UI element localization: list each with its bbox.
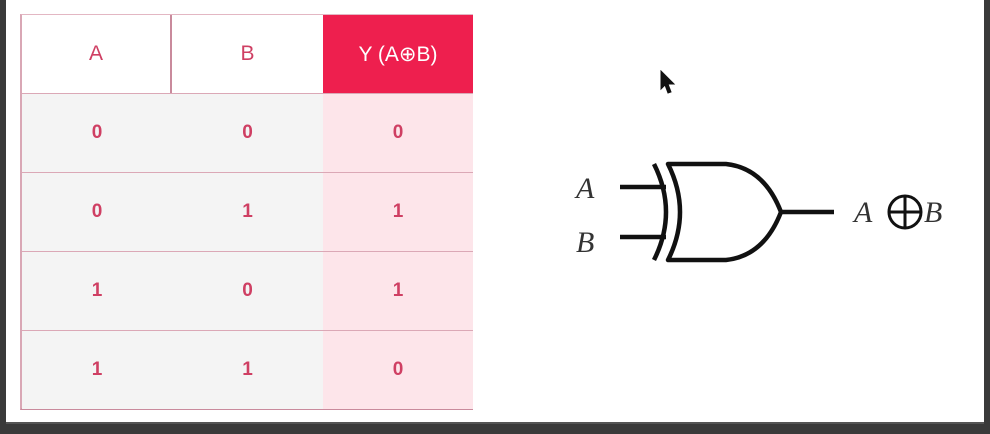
xor-gate-diagram: A B A B [574,161,942,263]
header-y: Y (A⊕B) [323,15,473,93]
cell-y: 0 [323,331,473,409]
or-gate-body [665,161,784,263]
xor-truth-table: A B Y (A⊕B) 0 0 0 0 1 1 1 0 1 1 1 0 [20,14,473,410]
cell-b: 0 [172,252,323,330]
cell-y: 0 [323,94,473,172]
cell-a: 0 [22,173,172,251]
cell-b: 1 [172,331,323,409]
table-row: 1 1 0 [22,330,473,409]
cell-a: 1 [22,331,172,409]
xor-gate-icon [620,161,834,263]
table-row: 0 1 1 [22,172,473,251]
header-a: A [22,15,172,93]
cell-y: 1 [323,252,473,330]
cell-b: 0 [172,94,323,172]
cell-y: 1 [323,173,473,251]
mouse-cursor-icon [660,70,676,94]
gate-input-b-label: B [576,226,594,259]
gate-output-b-label: B [924,196,942,229]
table-row: 0 0 0 [22,93,473,172]
xor-operator-icon [887,194,923,230]
gate-input-a-label: A [574,172,595,205]
header-b: B [172,15,323,93]
table-row: 1 0 1 [22,251,473,330]
cell-a: 1 [22,252,172,330]
table-header-row: A B Y (A⊕B) [22,15,473,93]
gate-output-a-label: A [852,196,873,229]
cell-b: 1 [172,173,323,251]
diagram-canvas: A B Y (A⊕B) 0 0 0 0 1 1 1 0 1 1 1 0 A B [6,0,984,424]
xor-extra-arc [651,162,669,262]
cell-a: 0 [22,94,172,172]
